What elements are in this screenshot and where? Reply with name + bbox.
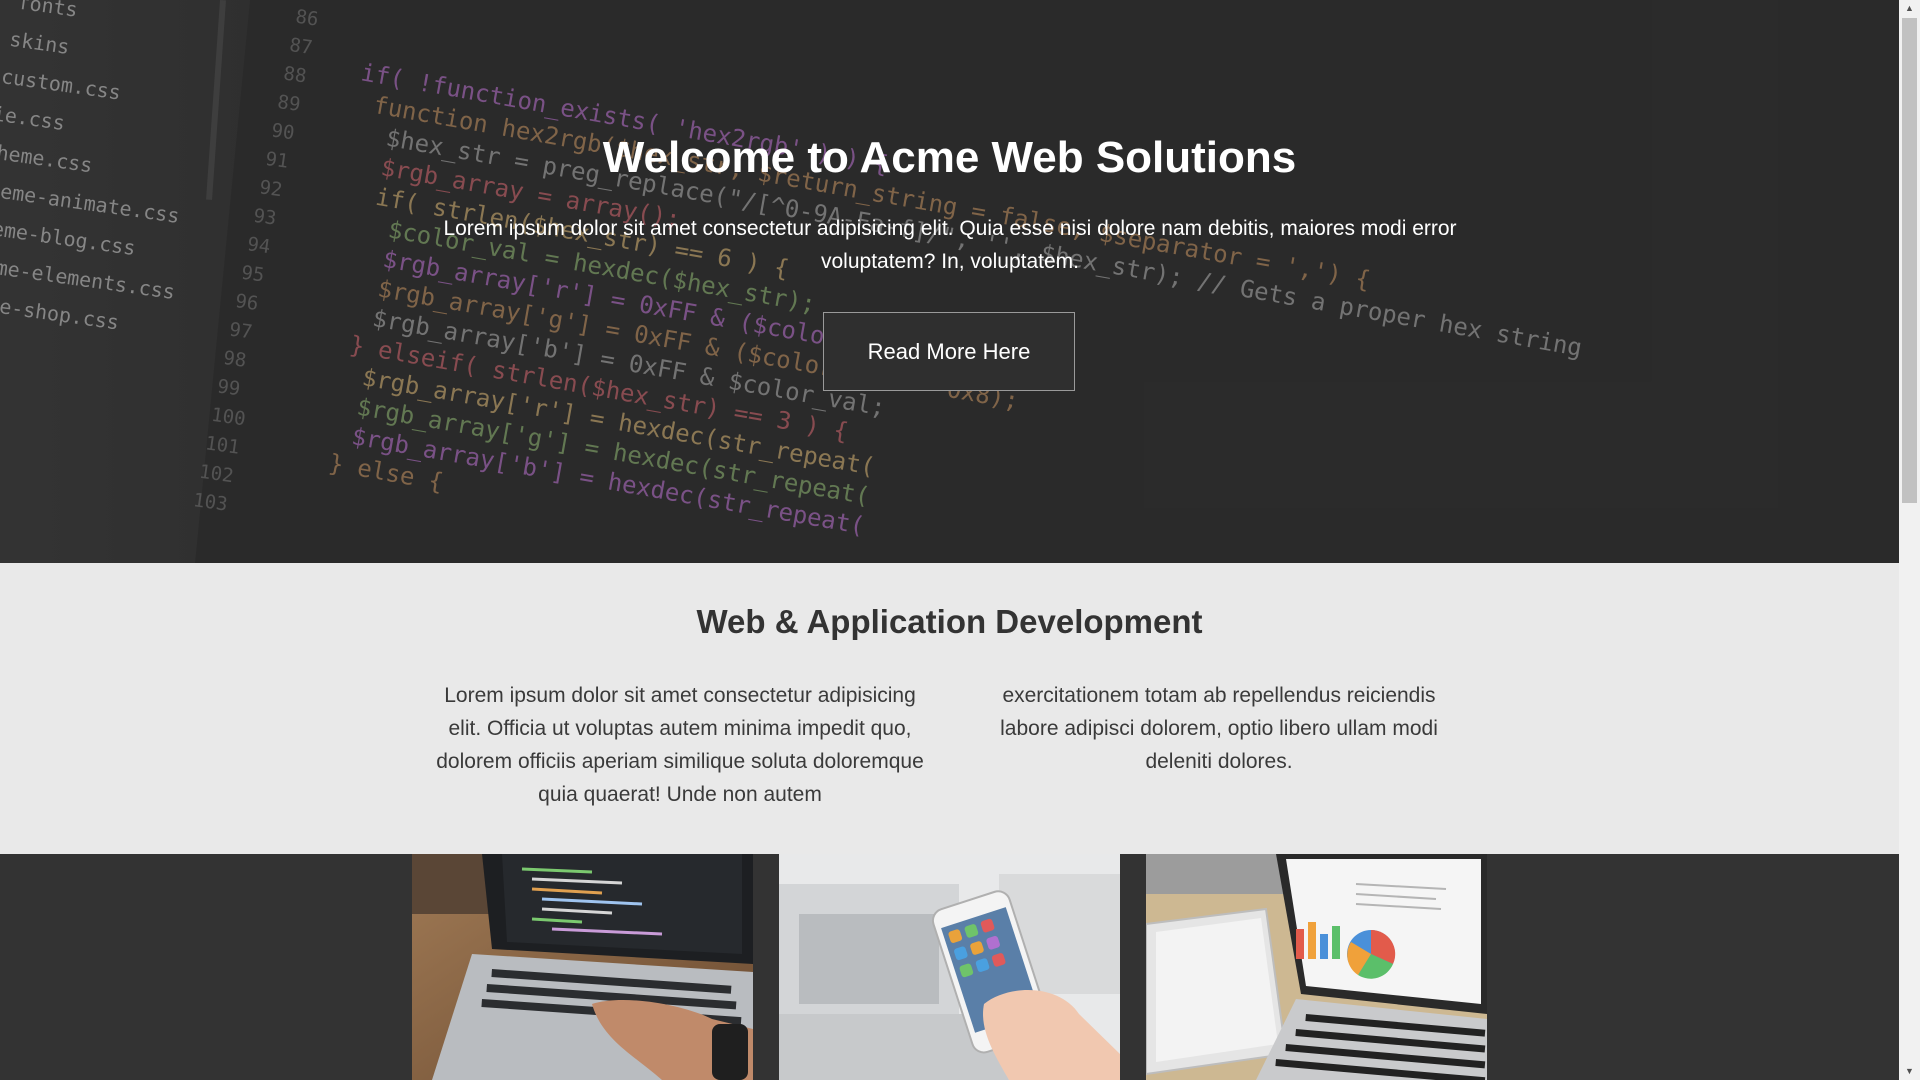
- development-section: Web & Application Development Lorem ipsu…: [0, 563, 1899, 854]
- scroll-up-arrow-icon[interactable]: ▲: [1899, 0, 1920, 17]
- hero-title: Welcome to Acme Web Solutions: [602, 133, 1297, 182]
- vertical-scrollbar[interactable]: ▲ ▼: [1899, 0, 1920, 1080]
- hero-overlay: [0, 0, 1899, 563]
- section-title: Web & Application Development: [696, 603, 1203, 640]
- scrollbar-thumb[interactable]: [1902, 18, 1917, 503]
- hero-section: fonts skins custom.css ie.css theme.css theme…: [0, 0, 1899, 563]
- section-text-left: Lorem ipsum dolor sit amet consectetur a…: [436, 684, 924, 806]
- section-text-right: exercitationem totam ab repellendus reic…: [1000, 684, 1438, 773]
- laptop-tablet-charts-photo: [1146, 854, 1487, 1080]
- smartphone-in-hand-photo: [779, 854, 1120, 1080]
- scroll-down-arrow-icon[interactable]: ▼: [1899, 1063, 1920, 1080]
- laptop-coding-photo: [412, 854, 753, 1080]
- gallery-section: [0, 854, 1899, 1080]
- hero-description: Lorem ipsum dolor sit amet consectetur a…: [443, 217, 1457, 273]
- read-more-button[interactable]: Read More Here: [823, 312, 1075, 391]
- page: fonts skins custom.css ie.css theme.css theme…: [0, 0, 1899, 1080]
